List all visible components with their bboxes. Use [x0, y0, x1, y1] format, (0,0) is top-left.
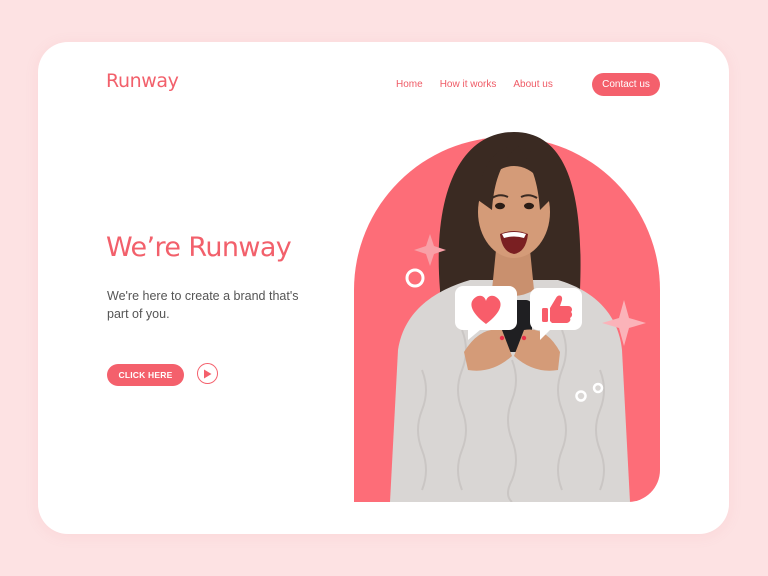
hero-subtext: We're here to create a brand that's part… [107, 289, 299, 321]
logo[interactable]: Runway [106, 70, 179, 92]
play-video-button[interactable] [197, 363, 218, 384]
click-here-button[interactable]: CLICK HERE [107, 364, 184, 386]
nav-how-it-works-link[interactable]: How it works [440, 79, 497, 90]
hero-illustration [354, 132, 660, 502]
contact-us-button[interactable]: Contact us [592, 73, 660, 96]
nav-about-us-link[interactable]: About us [513, 79, 552, 90]
hero-headline: We’re Runway [106, 232, 292, 263]
top-nav: Home How it works About us [396, 79, 553, 90]
landing-card: Runway Home How it works About us Contac… [38, 42, 729, 534]
nav-home-link[interactable]: Home [396, 79, 423, 90]
play-icon [204, 369, 212, 378]
